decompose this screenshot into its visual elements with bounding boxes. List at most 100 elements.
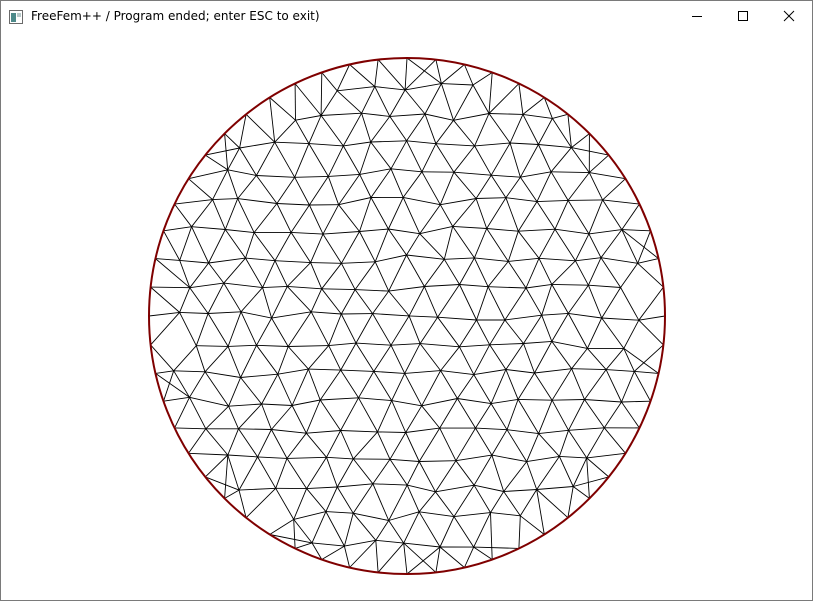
- mesh-edge: [191, 226, 226, 230]
- mesh-edge: [606, 369, 635, 372]
- mesh-edge: [370, 197, 389, 230]
- mesh-edge: [338, 204, 360, 232]
- mesh-edge: [290, 232, 311, 263]
- mesh-edge: [148, 311, 180, 317]
- mesh-edge: [322, 204, 339, 235]
- mesh-edge: [551, 313, 569, 342]
- mesh-edge: [227, 169, 239, 199]
- mesh-edge: [245, 487, 277, 519]
- mesh-edge: [326, 430, 341, 458]
- mesh-edge: [327, 145, 344, 177]
- mesh-edge: [457, 374, 475, 399]
- mesh-edge: [306, 488, 327, 512]
- title-bar[interactable]: FreeFem++ / Program ended; enter ESC to …: [1, 1, 812, 31]
- mesh-edge: [406, 484, 420, 512]
- mesh-edge: [271, 317, 289, 347]
- mesh-edge: [189, 396, 229, 407]
- mesh-edge: [522, 114, 539, 145]
- mesh-edge: [475, 427, 508, 431]
- mesh-edge: [541, 284, 553, 316]
- mesh-edge: [472, 84, 490, 114]
- mesh-edge: [277, 368, 309, 375]
- mesh-edge: [340, 342, 357, 371]
- mesh-edge: [517, 201, 538, 232]
- mesh-edge: [638, 315, 666, 321]
- plot-area[interactable]: [1, 31, 812, 600]
- mesh-edge: [238, 456, 258, 491]
- mesh-edge: [406, 140, 423, 172]
- mesh-edge: [525, 283, 552, 289]
- mesh-edge: [358, 397, 378, 433]
- mesh-edge: [189, 397, 207, 430]
- mesh-edge: [506, 429, 539, 435]
- mesh-edge: [491, 398, 519, 405]
- mesh-edge: [534, 341, 553, 374]
- mesh-edge: [224, 229, 246, 259]
- mesh-edge: [227, 169, 257, 176]
- mesh-edge: [522, 97, 545, 115]
- mesh-edge: [327, 176, 340, 205]
- mesh-edge: [275, 488, 295, 520]
- close-button[interactable]: [766, 1, 812, 31]
- mesh-edge: [372, 483, 408, 486]
- mesh-edge: [453, 84, 474, 121]
- mesh-edge: [261, 403, 293, 406]
- mesh-edge: [388, 520, 405, 544]
- mesh-edge: [224, 454, 229, 499]
- mesh-edge: [453, 171, 492, 176]
- mesh-edge: [325, 486, 338, 512]
- mesh-edge: [587, 257, 602, 286]
- mesh-edge: [188, 452, 228, 456]
- mesh-edge: [322, 231, 360, 235]
- mesh-edge: [567, 313, 588, 349]
- mesh-edge: [523, 314, 543, 344]
- mesh-edge: [374, 59, 379, 87]
- mesh-edge: [388, 511, 420, 521]
- freefem-window-icon[interactable]: [9, 9, 23, 24]
- mesh-edge: [269, 519, 294, 535]
- mesh-edge: [453, 145, 475, 173]
- mesh-edge: [525, 258, 540, 289]
- mesh-edge: [293, 488, 308, 520]
- mesh-edge: [321, 288, 356, 291]
- mesh-edge: [534, 372, 553, 401]
- mesh-edge: [340, 369, 359, 399]
- mesh-edge: [228, 406, 239, 429]
- mesh-edge: [621, 229, 659, 259]
- mesh-edge: [328, 313, 342, 346]
- mesh-edge: [237, 175, 257, 199]
- mesh-edge: [208, 229, 226, 264]
- mesh-edge: [463, 64, 474, 86]
- mesh-edge: [245, 113, 276, 143]
- mesh-edge: [473, 374, 492, 404]
- mesh-edge: [418, 511, 441, 548]
- mesh-edge: [212, 199, 226, 230]
- mesh-edge: [174, 397, 190, 429]
- mesh-edge: [287, 285, 322, 290]
- mesh-edge: [355, 342, 392, 346]
- mesh-edge: [370, 168, 392, 198]
- mesh-edge: [586, 457, 609, 478]
- mesh-edge: [163, 396, 190, 402]
- mesh-edge: [503, 491, 521, 517]
- mesh-edge: [359, 228, 389, 232]
- mesh-edge: [568, 199, 603, 201]
- mesh-edge: [587, 285, 603, 319]
- mesh-edge: [490, 491, 505, 513]
- mesh-edge: [189, 371, 206, 398]
- mesh-edge: [406, 233, 421, 256]
- mesh-edge: [388, 484, 408, 521]
- mesh-edge: [388, 254, 407, 292]
- mesh-edge: [554, 200, 569, 230]
- maximize-button[interactable]: [720, 1, 766, 31]
- mesh-edge: [405, 427, 440, 433]
- mesh-edge: [423, 286, 439, 318]
- mesh-edge: [620, 263, 639, 288]
- mesh-edge: [437, 316, 460, 348]
- mesh-edge: [287, 311, 312, 347]
- mesh-edge: [204, 346, 229, 373]
- minimize-button[interactable]: [674, 1, 720, 31]
- mesh-edge: [257, 456, 277, 489]
- mesh-edge: [519, 489, 538, 517]
- mesh-edge: [390, 140, 407, 170]
